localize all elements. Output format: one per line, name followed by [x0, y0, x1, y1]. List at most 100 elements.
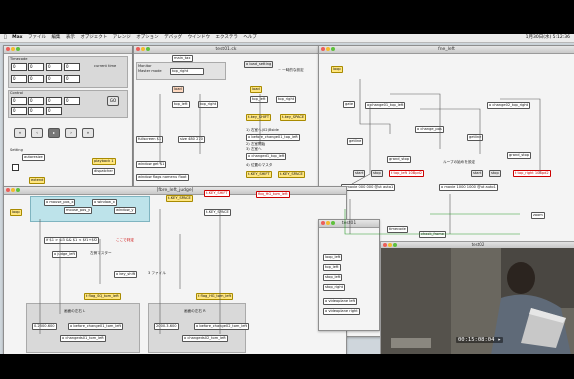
- key-shift-b[interactable]: t-KEY_SHIFT: [204, 190, 230, 197]
- tc-sec[interactable]: 0: [46, 63, 62, 71]
- condition-object[interactable]: if $1 > $i3 && $1 < $f1+$f2: [44, 237, 100, 244]
- top-left-object-r[interactable]: top_left: [323, 264, 341, 271]
- window-x-object[interactable]: o window_x: [92, 199, 117, 206]
- key-space-bottom[interactable]: t-KEY_SPACE: [278, 171, 305, 178]
- ctl-row2-c[interactable]: 0: [46, 107, 62, 115]
- menu-item[interactable]: ヘルプ: [243, 34, 257, 42]
- timecode-object[interactable]: timecode: [387, 226, 408, 233]
- start-message[interactable]: start: [353, 170, 366, 177]
- videoplane-left-object[interactable]: o videoplane left: [323, 298, 358, 305]
- menu-item[interactable]: Max: [12, 34, 22, 42]
- change-object[interactable]: o changed1_top_left: [246, 153, 287, 160]
- apple-menu-icon[interactable]: : [4, 34, 7, 42]
- gate-object[interactable]: gate: [343, 101, 356, 108]
- key-object[interactable]: o key_shift: [114, 271, 138, 278]
- flag-hg-object[interactable]: t flag_HG_tom_left: [196, 293, 234, 300]
- play-button[interactable]: ▸: [48, 128, 60, 138]
- key-space-b1[interactable]: t-KEY_SPACE: [166, 195, 193, 202]
- menu-item[interactable]: 表示: [66, 34, 75, 42]
- fullscreen-object[interactable]: fullscreen $1: [136, 136, 164, 143]
- webcam-video-window[interactable]: test02 00:15:08:04 ▸: [380, 241, 574, 354]
- top-left-object[interactable]: top_left: [172, 101, 190, 108]
- start-message-2[interactable]: start: [471, 170, 484, 177]
- top-right-position[interactable]: t top_right 10Bpd2: [513, 170, 551, 177]
- grand-stop-object-2[interactable]: grand_stop: [507, 152, 532, 159]
- go-button[interactable]: GO: [107, 96, 119, 106]
- top-left-object-2[interactable]: top_left: [250, 96, 268, 103]
- flag-sq-object[interactable]: t flag_SQ_tom_left: [84, 293, 121, 300]
- number-object-2[interactable]: 2000.3.600: [154, 323, 179, 330]
- autoresize-object[interactable]: autoresize: [22, 154, 45, 161]
- playback-object[interactable]: playback 1: [92, 158, 116, 165]
- before-change-object[interactable]: o before_change01_top_left: [246, 134, 300, 141]
- stop-left-object[interactable]: stop_left: [323, 274, 343, 281]
- judge-object[interactable]: o judge_left: [52, 251, 78, 258]
- dispatcher-object[interactable]: dispatcher: [92, 168, 115, 175]
- movie-object-1[interactable]: o movie 000 000 @ut auto1: [341, 184, 396, 191]
- getline-object-1[interactable]: getline: [347, 138, 364, 145]
- menu-item[interactable]: ウインドウ: [188, 34, 211, 42]
- cur-min[interactable]: 0: [28, 75, 44, 83]
- loop-left-object[interactable]: loop_left: [323, 254, 343, 261]
- flag-top-object[interactable]: fbq_HG_tom_left: [256, 191, 290, 198]
- window-titlebar[interactable]: [4, 46, 132, 54]
- getline-object-2[interactable]: getline: [467, 134, 484, 141]
- toggle-setting[interactable]: [12, 164, 19, 171]
- load-object[interactable]: load: [172, 86, 184, 93]
- mouse-pos-y-object[interactable]: mouse_pos_y: [64, 207, 93, 214]
- ctl-min[interactable]: 0: [28, 97, 44, 105]
- video-titlebar[interactable]: test02: [381, 242, 574, 248]
- ctl-frame[interactable]: 0: [64, 97, 80, 105]
- forward-button[interactable]: »: [82, 128, 94, 138]
- ctl-sec[interactable]: 0: [46, 97, 62, 105]
- check-frame-object[interactable]: check_frame: [419, 231, 446, 238]
- videoplane-right-object[interactable]: o videoplane right: [323, 308, 360, 315]
- window-get-object[interactable]: window get $1: [136, 161, 167, 168]
- load-setting-message[interactable]: o load_setting: [244, 61, 274, 68]
- key-shift-object[interactable]: t-key_SHIFT: [246, 114, 272, 121]
- change-object-2[interactable]: o changeds02_tom_left: [182, 335, 228, 342]
- loop-object[interactable]: loop: [331, 66, 343, 73]
- stop-message[interactable]: stop: [371, 170, 383, 177]
- menu-item[interactable]: アレンジ: [113, 34, 131, 42]
- before-object-1[interactable]: o before_change01_tom_left: [68, 323, 124, 330]
- change-pos-object[interactable]: o change_pos: [415, 126, 444, 133]
- next-button[interactable]: ›: [65, 128, 77, 138]
- movie-object-2[interactable]: o movie 1000 1000 @ut auto1: [439, 184, 498, 191]
- main-tax-object[interactable]: main_tax: [172, 55, 193, 62]
- zoom-object[interactable]: zoom: [531, 212, 545, 219]
- grand-stop-object-1[interactable]: grand_stop: [387, 156, 412, 163]
- load-object-2[interactable]: load: [250, 86, 262, 93]
- extend-object[interactable]: extend: [29, 177, 46, 184]
- ctl-hour[interactable]: 0: [11, 97, 27, 105]
- menu-item[interactable]: オブジェクト: [80, 34, 107, 42]
- prev-button[interactable]: ‹: [31, 128, 43, 138]
- top-right-object-2[interactable]: top_right: [276, 96, 297, 103]
- stop-message-2[interactable]: stop: [489, 170, 501, 177]
- cur-hour[interactable]: 0: [11, 75, 27, 83]
- menubar-clock[interactable]: 1月30日(水) 5:12:36: [526, 34, 570, 42]
- size-object[interactable]: size 480 270: [178, 136, 205, 143]
- tc-min[interactable]: 0: [28, 63, 44, 71]
- key-space-object[interactable]: t-key_SPACE: [280, 114, 307, 121]
- window-titlebar[interactable]: fne_left: [319, 46, 574, 54]
- cur-sec[interactable]: 0: [46, 75, 62, 83]
- ctl-row2-b[interactable]: 0: [28, 107, 44, 115]
- menu-item[interactable]: オプション: [136, 34, 159, 42]
- change01-object[interactable]: o change01_top_left: [365, 102, 406, 109]
- cur-frame[interactable]: 0: [64, 75, 80, 83]
- stop-right-object[interactable]: stop_right: [323, 284, 346, 291]
- window-y-object[interactable]: window_y: [114, 207, 136, 214]
- menu-item[interactable]: ファイル: [28, 34, 46, 42]
- mouse-pos-x-object[interactable]: o mouse_pos_x: [44, 199, 76, 206]
- menu-item[interactable]: デバッグ: [164, 34, 182, 42]
- window-titlebar[interactable]: test01: [319, 220, 379, 228]
- window-titlebar[interactable]: test01.ck: [134, 46, 318, 54]
- window-flags-object[interactable]: window flags nomenu float: [136, 174, 189, 181]
- number-object-1[interactable]: 0.2500.600: [32, 323, 57, 330]
- ctl-row2-a[interactable]: 0: [11, 107, 27, 115]
- tc-hour[interactable]: 0: [11, 63, 27, 71]
- top-left-position[interactable]: t top_left 10Bpd2: [389, 170, 425, 177]
- tc-frame[interactable]: 0: [64, 63, 80, 71]
- loop-object-b[interactable]: loop: [10, 209, 22, 216]
